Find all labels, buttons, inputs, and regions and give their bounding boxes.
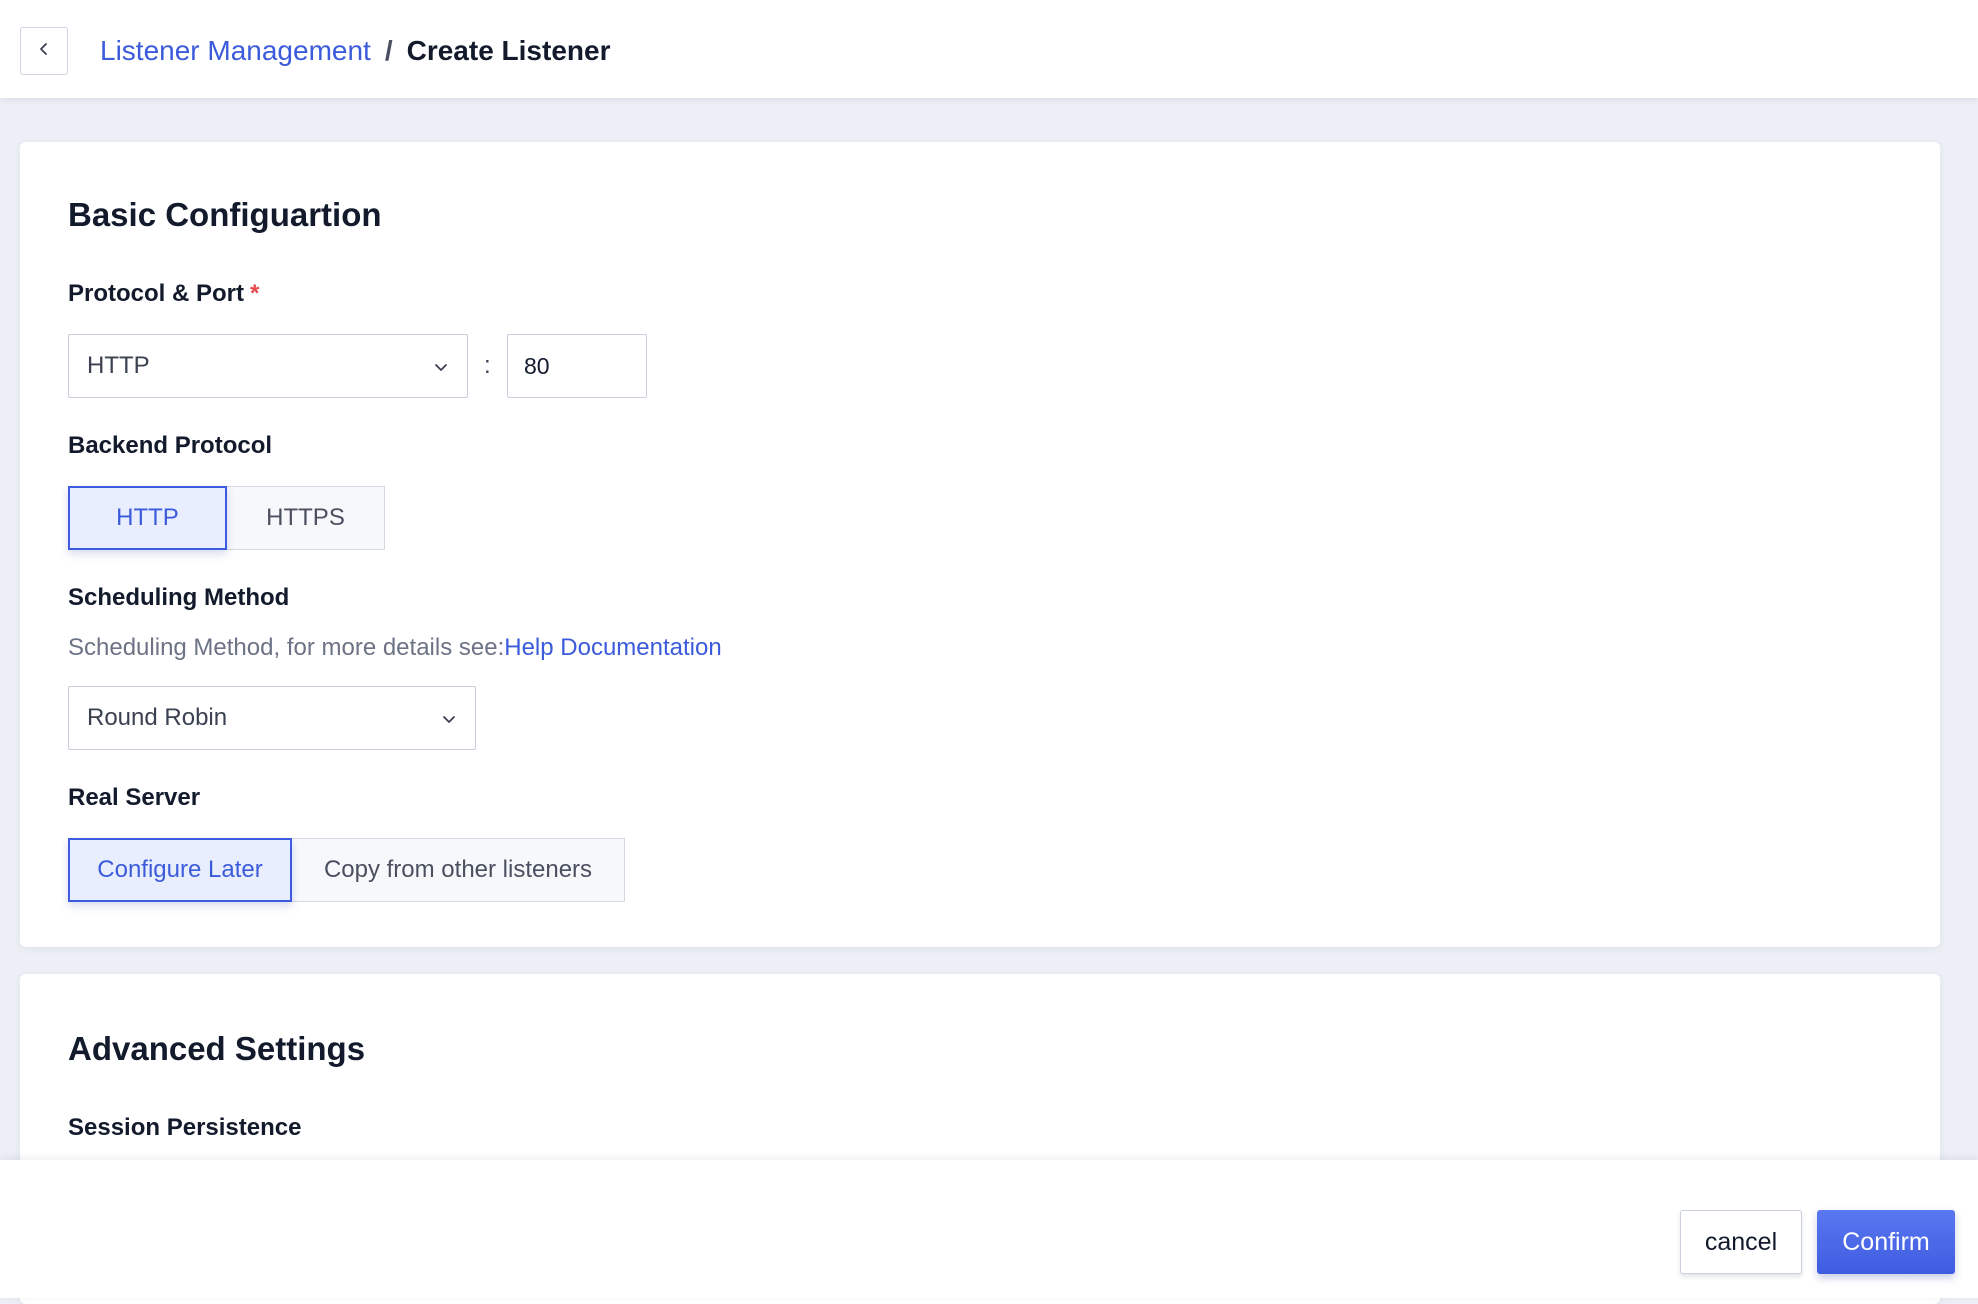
advanced-settings-title: Advanced Settings xyxy=(68,1030,366,1067)
breadcrumb-separator: / xyxy=(384,35,393,66)
real-server-toggle: Configure Later Copy from other listener… xyxy=(68,838,625,902)
real-server-label: Real Server xyxy=(68,784,201,811)
scheduling-help-prefix: Scheduling Method, for more details see: xyxy=(68,634,505,661)
scheduling-help-text: Scheduling Method, for more details see:… xyxy=(68,634,722,662)
chevron-down-icon xyxy=(433,352,449,380)
backend-protocol-https[interactable]: HTTPS xyxy=(227,486,385,550)
port-input[interactable] xyxy=(507,334,647,398)
breadcrumb-listener-management[interactable]: Listener Management xyxy=(100,35,371,67)
protocol-select-value: HTTP xyxy=(87,352,150,379)
confirm-button[interactable]: Confirm xyxy=(1817,1210,1955,1274)
help-documentation-link[interactable]: Help Documentation xyxy=(504,634,721,661)
required-mark: * xyxy=(250,280,260,307)
backend-protocol-label: Backend Protocol xyxy=(68,432,273,459)
scheduling-method-select[interactable]: Round Robin xyxy=(68,686,476,750)
cancel-button[interactable]: cancel xyxy=(1680,1210,1802,1274)
basic-configuration-card: Basic Configuartion Protocol & Port * HTT… xyxy=(20,142,1940,947)
backend-protocol-toggle: HTTP HTTPS xyxy=(68,486,385,550)
real-server-copy-from-listeners[interactable]: Copy from other listeners xyxy=(292,838,625,902)
footer-bar: cancel Confirm xyxy=(0,1160,1978,1298)
scheduling-method-label: Scheduling Method xyxy=(68,584,290,611)
protocol-port-label-text: Protocol & Port xyxy=(68,280,245,307)
protocol-select[interactable]: HTTP xyxy=(68,334,468,398)
back-button[interactable] xyxy=(20,27,68,75)
protocol-port-label: Protocol & Port * xyxy=(68,280,259,308)
page-title: Create Listener xyxy=(406,35,611,66)
chevron-down-icon xyxy=(441,704,457,732)
basic-configuration-title: Basic Configuartion xyxy=(68,196,382,233)
breadcrumb: Listener Management / Create Listener xyxy=(100,32,610,70)
protocol-port-separator: : xyxy=(484,352,491,379)
real-server-configure-later[interactable]: Configure Later xyxy=(68,838,292,902)
session-persistence-label: Session Persistence xyxy=(68,1114,302,1141)
chevron-left-icon xyxy=(37,42,51,61)
scheduling-method-value: Round Robin xyxy=(87,704,228,731)
page-header: Listener Management / Create Listener xyxy=(0,0,1978,98)
backend-protocol-http[interactable]: HTTP xyxy=(68,486,227,550)
